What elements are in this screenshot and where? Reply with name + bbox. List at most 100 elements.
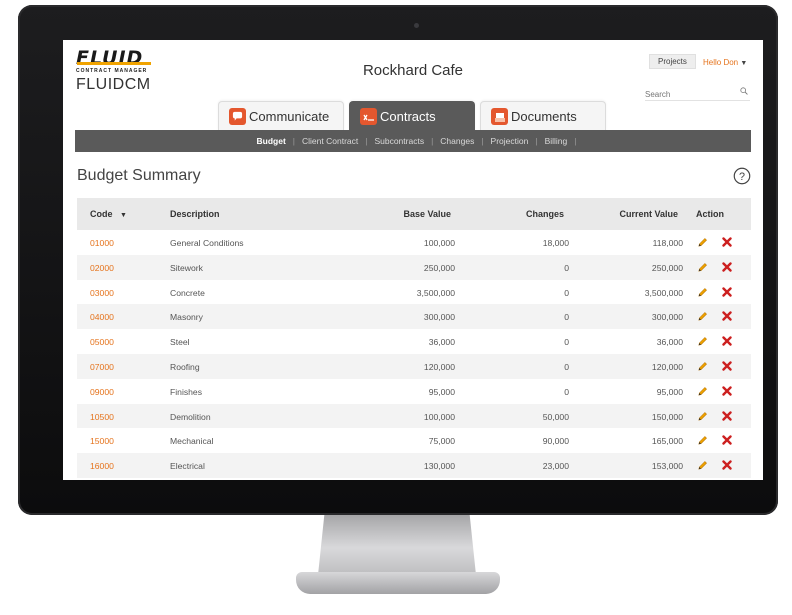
- monitor-bezel: FLUID CONTRACT MANAGER FLUIDCM Rockhard …: [18, 5, 778, 515]
- search-box: [645, 84, 750, 101]
- description-cell: Masonry: [170, 312, 203, 323]
- delete-icon[interactable]: [722, 435, 732, 446]
- delete-icon[interactable]: [722, 336, 732, 346]
- tab-documents[interactable]: Documents: [480, 101, 606, 131]
- table-row: 01000 General Conditions 100,000 18,000 118,…: [77, 230, 751, 255]
- delete-icon[interactable]: [722, 460, 732, 470]
- base-value-cell: 75,000: [428, 436, 455, 447]
- changes-cell: 50,000: [542, 411, 569, 422]
- base-value-cell: 3,500,000: [416, 287, 455, 298]
- speech-bubble-icon: [229, 108, 246, 125]
- pencil-icon[interactable]: [697, 411, 708, 422]
- base-value-cell: 100,000: [423, 411, 455, 422]
- description-cell: Steel: [170, 337, 190, 348]
- cost-code-link[interactable]: 05000: [90, 337, 114, 347]
- pencil-icon[interactable]: [697, 287, 708, 298]
- delete-icon[interactable]: [722, 386, 732, 396]
- pencil-icon[interactable]: [697, 262, 708, 273]
- table-row: 10500 Demolition 100,000 50,000 150,000: [77, 403, 751, 429]
- pencil-icon[interactable]: [697, 386, 708, 397]
- app-screen: FLUID CONTRACT MANAGER FLUIDCM Rockhard …: [63, 40, 763, 480]
- table-row: 04000 Masonry 300,000 0 300,000: [77, 304, 751, 330]
- subnav-changes[interactable]: Changes: [433, 136, 481, 146]
- tab-label: Documents: [511, 109, 577, 124]
- table-row: 07000 Roofing 120,000 0 120,000: [77, 353, 751, 379]
- column-action: Action: [696, 209, 724, 219]
- description-cell: Sitework: [170, 262, 203, 273]
- tab-communicate[interactable]: Communicate: [218, 101, 344, 131]
- base-value-cell: 95,000: [428, 386, 455, 397]
- current-value-cell: 118,000: [652, 238, 683, 248]
- cost-code-link[interactable]: 02000: [90, 263, 114, 273]
- cost-code-link[interactable]: 04000: [90, 312, 114, 322]
- table-row: 09000 Finishes 95,000 0 95,000: [77, 379, 751, 404]
- delete-icon[interactable]: [722, 262, 732, 272]
- current-value-cell: 95,000: [656, 386, 683, 397]
- app-name: FLUIDCM: [76, 76, 151, 93]
- column-base-value[interactable]: Base Value: [403, 209, 451, 219]
- description-cell: Roofing: [170, 361, 200, 372]
- cost-code-link[interactable]: 09000: [90, 387, 114, 397]
- delete-icon[interactable]: [722, 361, 732, 371]
- current-value-cell: 150,000: [651, 411, 683, 422]
- delete-icon[interactable]: [722, 237, 732, 247]
- search-input[interactable]: [645, 87, 735, 99]
- tab-label: Contracts: [380, 109, 436, 124]
- cost-code-link[interactable]: 16000: [90, 461, 114, 471]
- description-cell: Demolition: [170, 411, 211, 422]
- pencil-icon[interactable]: [697, 361, 708, 372]
- budget-table: 01000 General Conditions 100,000 18,000 118,…: [77, 230, 751, 478]
- divider: |: [574, 136, 577, 146]
- column-code[interactable]: Code ▼: [90, 209, 127, 219]
- help-icon[interactable]: ?: [733, 167, 751, 185]
- table-row: 02000 Sitework 250,000 0 250,000: [77, 254, 751, 280]
- tab-contracts[interactable]: Contracts: [349, 101, 475, 131]
- project-title: Rockhard Cafe: [362, 62, 464, 79]
- column-changes[interactable]: Changes: [526, 209, 564, 219]
- delete-icon[interactable]: [722, 311, 732, 322]
- delete-icon[interactable]: [722, 286, 732, 297]
- column-label: Code: [90, 209, 113, 219]
- subnav-subcontracts[interactable]: Subcontracts: [367, 136, 431, 146]
- column-current-value[interactable]: Current Value: [619, 209, 678, 219]
- subnav-billing[interactable]: Billing: [538, 136, 575, 146]
- base-value-cell: 36,000: [428, 337, 455, 348]
- subnav-budget[interactable]: Budget: [250, 136, 293, 146]
- base-value-cell: 300,000: [423, 312, 455, 323]
- cost-code-link[interactable]: 10500: [90, 412, 114, 422]
- table-row: 16000 Electrical 130,000 23,000 153,000: [77, 453, 751, 478]
- current-value-cell: 300,000: [651, 312, 683, 323]
- cost-code-link[interactable]: 07000: [90, 362, 114, 372]
- description-cell: Concrete: [170, 287, 205, 298]
- subnav-projection[interactable]: Projection: [484, 136, 536, 146]
- pencil-icon[interactable]: [697, 311, 708, 322]
- changes-cell: 18,000: [542, 238, 569, 248]
- signature-icon: [360, 108, 377, 125]
- tab-label: Communicate: [249, 109, 330, 124]
- changes-cell: 0: [564, 287, 569, 298]
- changes-cell: 23,000: [542, 461, 569, 472]
- changes-cell: 0: [564, 386, 569, 397]
- current-value-cell: 120,000: [651, 361, 683, 372]
- projects-button[interactable]: Projects: [649, 54, 696, 69]
- cost-code-link[interactable]: 15000: [90, 436, 114, 446]
- pencil-icon[interactable]: [697, 237, 708, 248]
- cost-code-link[interactable]: 01000: [90, 238, 114, 248]
- pencil-icon[interactable]: [697, 460, 708, 471]
- changes-cell: 0: [564, 337, 569, 348]
- current-value-cell: 250,000: [651, 262, 683, 273]
- svg-text:?: ?: [739, 171, 745, 183]
- changes-cell: 0: [564, 312, 569, 323]
- pencil-icon[interactable]: [697, 435, 708, 446]
- subnav-client-contract[interactable]: Client Contract: [295, 136, 365, 146]
- user-greeting: Hello Don: [703, 58, 739, 67]
- search-icon[interactable]: [740, 87, 748, 95]
- user-menu[interactable]: Hello Don ▼: [703, 58, 747, 67]
- description-cell: Electrical: [170, 461, 205, 472]
- column-description[interactable]: Description: [170, 209, 220, 219]
- delete-icon[interactable]: [722, 410, 732, 421]
- description-cell: General Conditions: [170, 238, 244, 248]
- cost-code-link[interactable]: 03000: [90, 288, 114, 298]
- camera-icon: [414, 23, 419, 28]
- pencil-icon[interactable]: [697, 336, 708, 347]
